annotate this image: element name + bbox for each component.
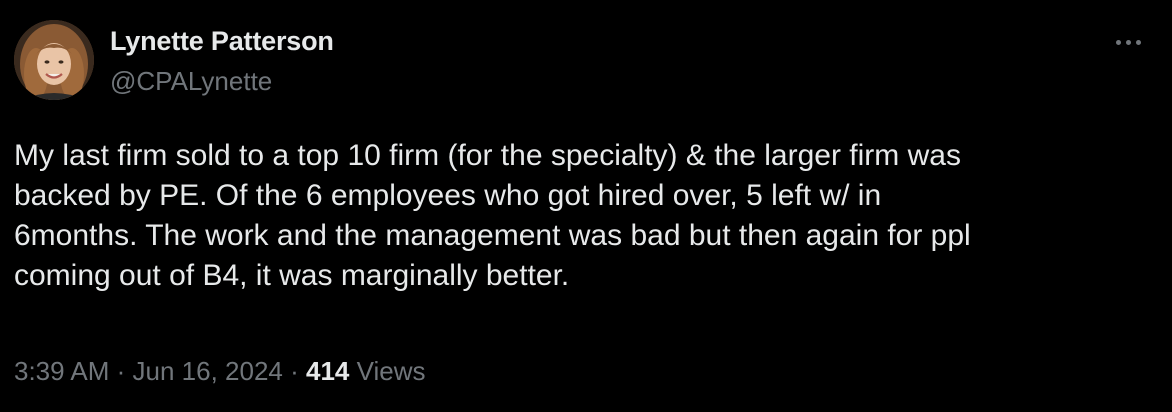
more-horizontal-icon — [1125, 39, 1131, 45]
tweet-text-line: coming out of B4, it was marginally bett… — [14, 259, 570, 292]
more-horizontal-icon — [1135, 39, 1141, 45]
meta-separator: · — [109, 356, 133, 386]
tweet-text-line: My last firm sold to a top 10 firm (for … — [14, 139, 961, 172]
views-count: 414 — [305, 356, 350, 386]
author-handle[interactable]: @CPALynette — [110, 66, 272, 97]
tweet-meta: 3:39 AM · Jun 16, 2024 · 414 Views — [14, 356, 425, 387]
tweet: Lynette Patterson @CPALynette My last fi… — [0, 0, 1172, 412]
tweet-text-line: 6months. The work and the management was… — [14, 219, 971, 252]
meta-separator: · — [282, 356, 306, 386]
views-label: Views — [349, 356, 426, 386]
author-display-name[interactable]: Lynette Patterson — [110, 26, 334, 57]
more-horizontal-icon — [1115, 39, 1121, 45]
tweet-text: My last firm sold to a top 10 firm (for … — [14, 136, 1154, 296]
tweet-date[interactable]: Jun 16, 2024 — [133, 356, 283, 386]
avatar-image — [14, 20, 94, 100]
tweet-text-line: backed by PE. Of the 6 employees who got… — [14, 179, 882, 212]
more-options-button[interactable] — [1108, 24, 1148, 60]
tweet-time[interactable]: 3:39 AM — [14, 356, 109, 386]
avatar[interactable] — [14, 20, 94, 100]
